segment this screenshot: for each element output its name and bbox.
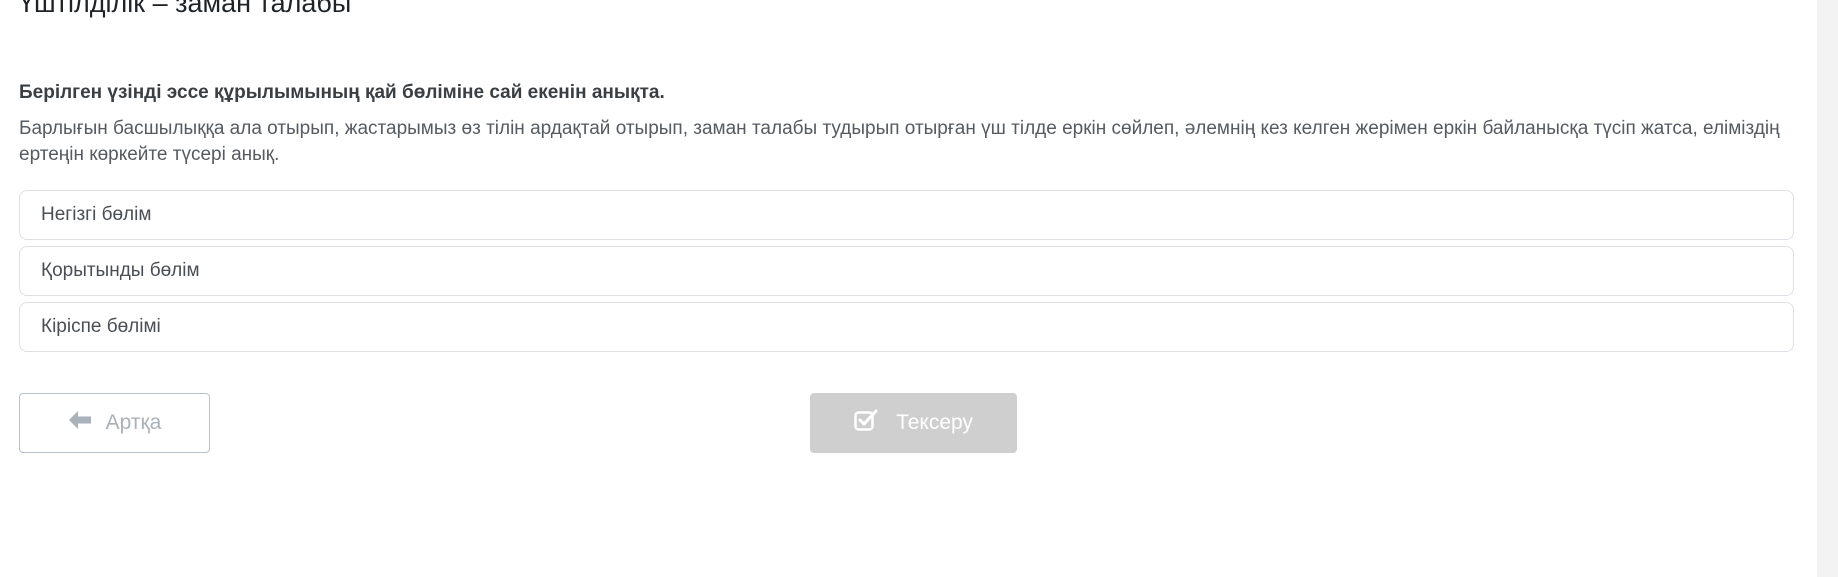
passage-text: Барлығын басшылыққа ала отырып, жастарым… <box>19 118 1780 165</box>
scrollbar-gutter[interactable] <box>1817 0 1838 577</box>
answer-option-label: Кіріспе бөлімі <box>41 316 161 337</box>
answer-option-1[interactable]: Негізгі бөлім <box>19 190 1794 240</box>
answer-option-label: Негізгі бөлім <box>41 204 152 225</box>
check-button-label: Тексеру <box>896 411 973 434</box>
page: Үштілділік – заман талабы Берілген үзінд… <box>0 0 1838 577</box>
answer-options: Негізгі бөлім Қорытынды бөлім Кіріспе бө… <box>19 190 1794 358</box>
checkbox-checked-icon <box>854 409 878 437</box>
answer-option-2[interactable]: Қорытынды бөлім <box>19 246 1794 296</box>
back-button-label: Артқа <box>105 411 162 434</box>
question-text: Берілген үзінді эссе құрылымының қай бөл… <box>19 82 665 103</box>
lesson-title: Үштілділік – заман талабы <box>19 0 352 18</box>
arrow-left-icon <box>68 410 92 436</box>
back-button[interactable]: Артқа <box>19 393 210 453</box>
answer-option-3[interactable]: Кіріспе бөлімі <box>19 302 1794 352</box>
answer-option-label: Қорытынды бөлім <box>41 260 200 281</box>
check-button[interactable]: Тексеру <box>810 393 1017 453</box>
